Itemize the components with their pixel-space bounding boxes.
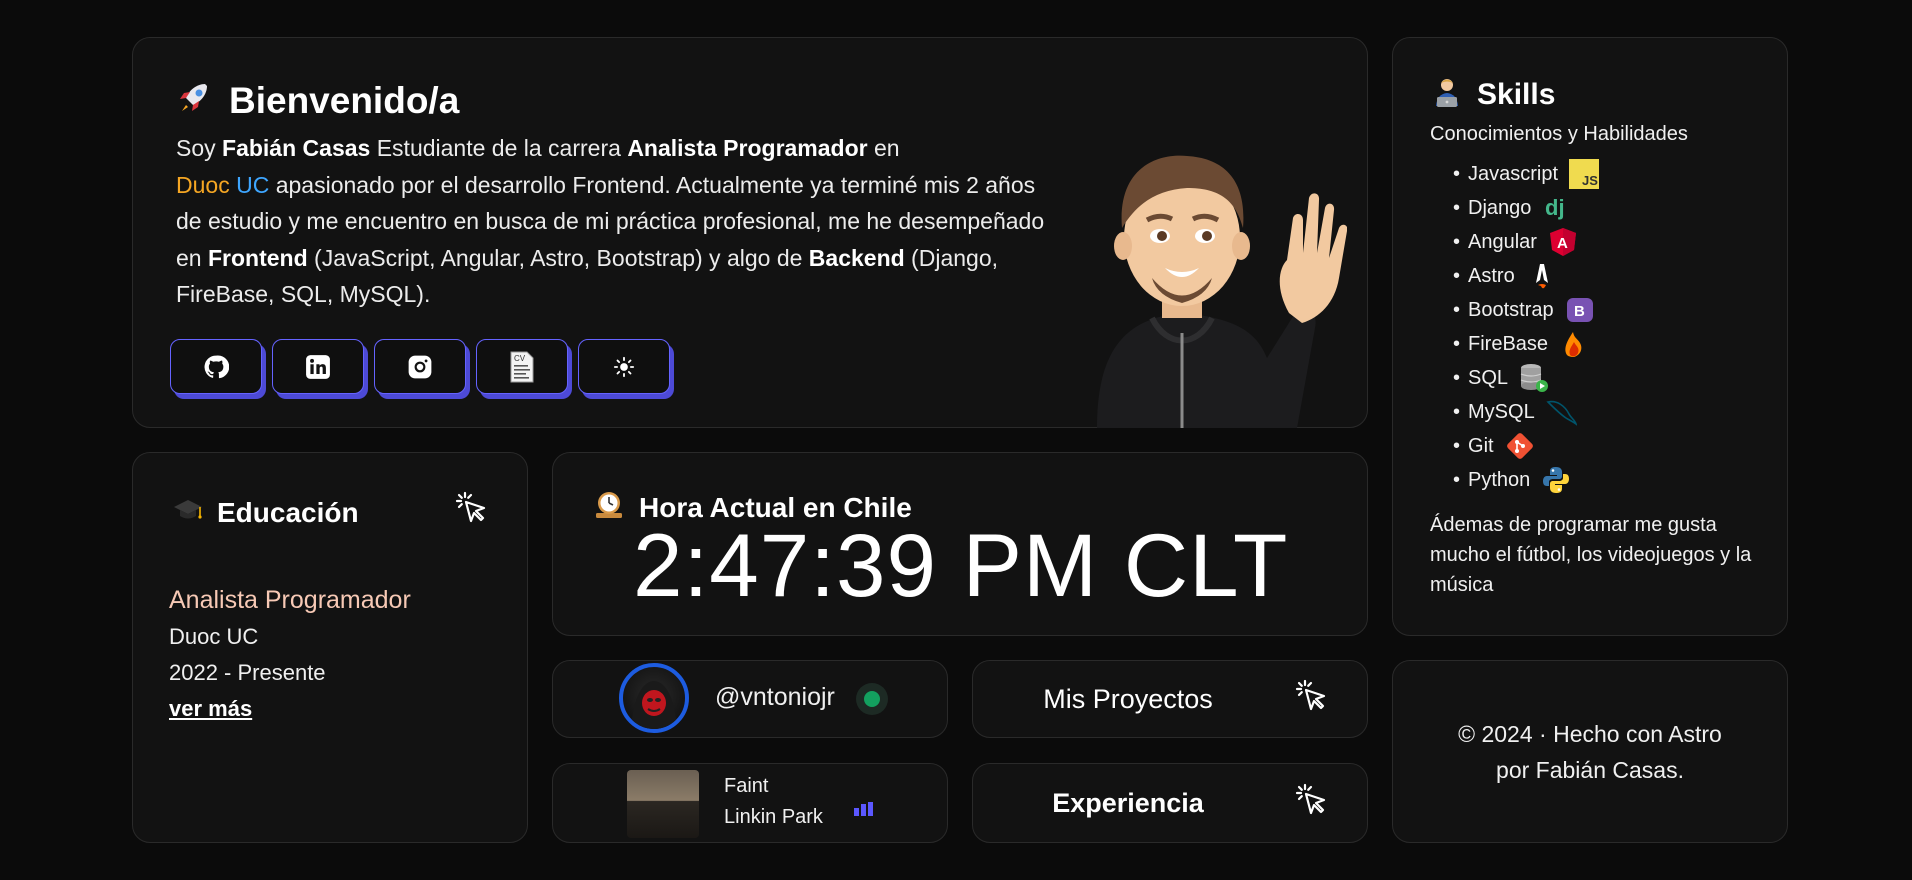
skill-item: • SQL <box>1453 361 1600 395</box>
cv-icon: CV <box>510 351 534 382</box>
equalizer-icon <box>854 802 873 816</box>
svg-text:CV: CV <box>514 354 526 363</box>
django-icon: dj <box>1541 192 1573 224</box>
now-playing-card[interactable]: Faint Linkin Park <box>552 763 948 843</box>
duoc-word: Duoc <box>176 171 230 198</box>
cursor-click-icon <box>1295 679 1329 718</box>
education-card[interactable]: Educación Analista Programador Duoc UC 2… <box>132 452 528 843</box>
skill-item: • Javascript JS <box>1453 157 1600 191</box>
welcome-title: Bienvenido/a <box>229 79 460 121</box>
sun-icon <box>613 356 635 377</box>
bootstrap-icon: B <box>1564 294 1596 326</box>
avatar <box>619 663 689 733</box>
uc-word: UC <box>236 171 270 198</box>
cv-button[interactable]: CV <box>476 339 568 394</box>
social-links: CV <box>170 339 670 394</box>
footer-card: © 2024 · Hecho con Astro por Fabián Casa… <box>1392 660 1788 843</box>
education-title: Educación <box>217 496 359 528</box>
memoji-avatar <box>1057 118 1348 428</box>
linkedin-icon <box>306 354 330 379</box>
song-artist: Linkin Park <box>724 806 823 828</box>
rocket-icon <box>175 78 215 123</box>
skills-card: Skills Conocimientos y Habilidades • Java… <box>1392 37 1788 636</box>
skills-title: Skills <box>1477 77 1556 111</box>
skills-extra-text: Ádemas de programar me gusta mucho el fú… <box>1430 514 1752 596</box>
album-cover <box>627 770 699 838</box>
theme-toggle-button[interactable] <box>578 339 670 394</box>
education-school: Duoc UC <box>169 624 259 649</box>
firebase-icon <box>1558 328 1590 360</box>
education-degree: Analista Programador <box>169 586 411 614</box>
instagram-button[interactable] <box>374 339 466 394</box>
projects-label: Mis Proyectos <box>1043 684 1213 714</box>
song-title: Faint <box>724 775 769 797</box>
welcome-header: Bienvenido/a <box>175 78 459 123</box>
instagram-icon <box>408 355 432 378</box>
svg-text:B: B <box>1574 303 1585 320</box>
current-time: 2:47:39 PM CLT <box>633 515 1289 615</box>
skill-item: • Python <box>1453 463 1600 497</box>
clock-card: Hora Actual en Chile 2:47:39 PM CLT <box>552 452 1368 636</box>
online-status-badge <box>856 683 888 715</box>
intro-text: Soy Fabián Casas Estudiante de la carrer… <box>176 135 1045 307</box>
cursor-click-icon <box>1295 783 1329 822</box>
github-icon <box>204 355 229 378</box>
astro-icon <box>1525 260 1557 292</box>
welcome-card: Bienvenido/a Soy Fabián Casas Estudiante… <box>132 37 1368 428</box>
linkedin-button[interactable] <box>272 339 364 394</box>
footer-line-2: por Fabián Casas. <box>1496 757 1684 783</box>
github-button[interactable] <box>170 339 262 394</box>
skills-header: Skills <box>1431 76 1555 113</box>
education-header: Educación <box>173 495 359 530</box>
cursor-click-icon <box>455 491 489 530</box>
svg-text:dj: dj <box>1545 195 1565 220</box>
education-more-link[interactable]: ver más <box>169 696 252 722</box>
author-name: Fabián Casas <box>222 135 371 161</box>
experience-label: Experiencia <box>1052 788 1204 818</box>
git-icon <box>1504 430 1536 462</box>
javascript-icon: JS <box>1568 158 1600 190</box>
python-icon <box>1540 464 1572 496</box>
skills-list: • Javascript JS • Django dj • Angular A • Astro… <box>1453 157 1600 497</box>
footer-line-1: © 2024 · Hecho con Astro <box>1458 721 1722 747</box>
mysql-icon <box>1545 396 1577 428</box>
skill-item: • Git <box>1453 429 1600 463</box>
svg-text:JS: JS <box>1582 173 1598 188</box>
skill-item: • Django dj <box>1453 191 1600 225</box>
svg-text:A: A <box>1557 235 1568 252</box>
skill-item: • Angular A <box>1453 225 1600 259</box>
skill-item: • FireBase <box>1453 327 1600 361</box>
projects-card[interactable]: Mis Proyectos <box>972 660 1368 738</box>
technologist-icon <box>1431 76 1463 113</box>
education-years: 2022 - Presente <box>169 660 326 685</box>
skills-subtitle: Conocimientos y Habilidades <box>1430 123 1688 145</box>
sql-icon <box>1518 362 1550 394</box>
profile-card[interactable]: @vntoniojr <box>552 660 948 738</box>
mantelpiece-clock-icon <box>593 489 625 526</box>
experience-card[interactable]: Experiencia <box>972 763 1368 843</box>
skill-item: • Bootstrap B <box>1453 293 1600 327</box>
skill-item: • MySQL <box>1453 395 1600 429</box>
profile-handle[interactable]: @vntoniojr <box>715 683 835 712</box>
skill-item: • Astro <box>1453 259 1600 293</box>
footer-text: © 2024 · Hecho con Astro por Fabián Casa… <box>1393 716 1787 788</box>
graduation-cap-icon <box>173 495 203 530</box>
angular-icon: A <box>1547 226 1579 258</box>
